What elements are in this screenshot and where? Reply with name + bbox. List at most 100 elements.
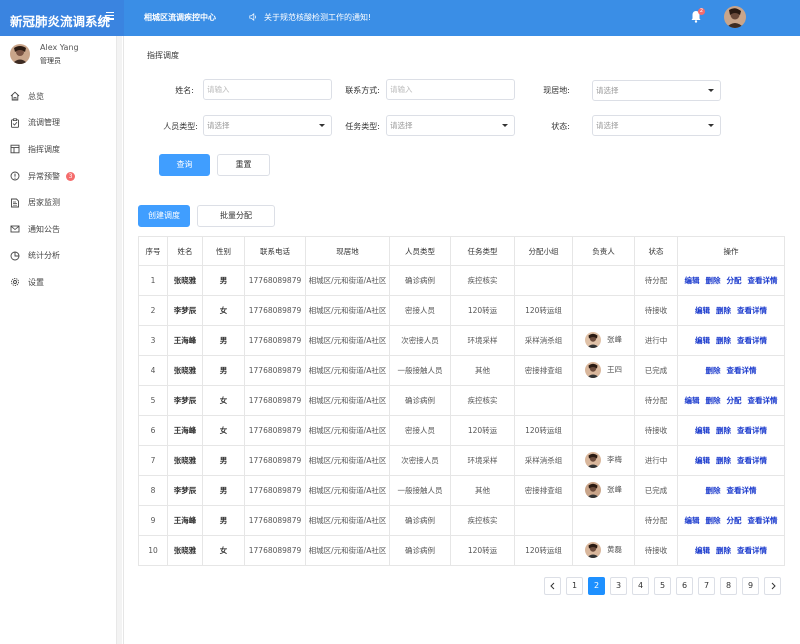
- contact-input[interactable]: [386, 79, 515, 100]
- page-number-button[interactable]: 6: [676, 577, 693, 595]
- cell-ptype: 一般接触人员: [389, 355, 451, 386]
- edit-link[interactable]: 编辑: [685, 396, 700, 405]
- edit-link[interactable]: 编辑: [695, 456, 710, 465]
- sidebar-item-home-monitoring[interactable]: 居家监测: [0, 189, 116, 216]
- view-details-link[interactable]: 查看详情: [737, 456, 767, 465]
- edit-link[interactable]: 编辑: [695, 336, 710, 345]
- cell-task: 疾控核实: [450, 265, 515, 296]
- create-dispatch-button[interactable]: 创建调度: [138, 205, 190, 227]
- column-header: 状态: [634, 236, 678, 266]
- page-number-button[interactable]: 1: [566, 577, 583, 595]
- cell-owner: [572, 415, 635, 446]
- view-details-link[interactable]: 查看详情: [737, 336, 767, 345]
- page-number-button[interactable]: 7: [698, 577, 715, 595]
- assign-link[interactable]: 分配: [727, 276, 742, 285]
- sidebar-scrollbar[interactable]: [116, 36, 122, 644]
- query-button[interactable]: 查询: [159, 154, 210, 176]
- cell-phone: 17768089879: [244, 475, 306, 506]
- page-number-button[interactable]: 5: [654, 577, 671, 595]
- page-number-button[interactable]: 3: [610, 577, 627, 595]
- sidebar-item-notices[interactable]: 通知公告: [0, 216, 116, 243]
- reset-button[interactable]: 重置: [217, 154, 270, 176]
- edit-link[interactable]: 编辑: [685, 276, 700, 285]
- sidebar-item-tracing[interactable]: 流调管理: [0, 110, 116, 137]
- cell-addr: 相城区/元和街道/A社区: [305, 295, 390, 326]
- view-details-link[interactable]: 查看详情: [748, 516, 778, 525]
- status-select[interactable]: 请选择: [592, 115, 721, 136]
- view-details-link[interactable]: 查看详情: [737, 546, 767, 555]
- assign-link[interactable]: 分配: [727, 396, 742, 405]
- person-type-select[interactable]: 请选择: [203, 115, 332, 136]
- delete-link[interactable]: 删除: [716, 456, 731, 465]
- sidebar-item-settings[interactable]: 设置: [0, 269, 116, 296]
- sidebar-item-overview[interactable]: 总览: [0, 83, 116, 110]
- assign-link[interactable]: 分配: [727, 516, 742, 525]
- table-row: 4 张晓雅男 17768089879 相城区/元和街道/A社区 一般接触人员 其他 密接排查…: [138, 355, 785, 386]
- delete-link[interactable]: 删除: [706, 276, 721, 285]
- cell-no: 7: [138, 445, 168, 476]
- sidebar-item-dispatch[interactable]: 指挥调度: [0, 136, 116, 163]
- edit-link[interactable]: 编辑: [695, 426, 710, 435]
- edit-link[interactable]: 编辑: [685, 516, 700, 525]
- prev-page-button[interactable]: [544, 577, 561, 595]
- user-name: Alex Yang: [40, 43, 79, 52]
- delete-link[interactable]: 删除: [716, 306, 731, 315]
- batch-assign-button[interactable]: 批量分配: [197, 205, 275, 227]
- view-details-link[interactable]: 查看详情: [748, 396, 778, 405]
- delete-link[interactable]: 删除: [706, 396, 721, 405]
- table-header-row: 序号 姓名 性别 联系电话 现居地 人员类型 任务类型 分配小组 负责人 状态 …: [138, 236, 785, 266]
- contact-label: 联系方式:: [345, 86, 380, 95]
- cell-name: 张晓雅: [167, 355, 203, 386]
- delete-link[interactable]: 删除: [716, 336, 731, 345]
- page-number-button[interactable]: 2: [588, 577, 605, 595]
- view-details-link[interactable]: 查看详情: [748, 276, 778, 285]
- sidebar-item-statistics[interactable]: 统计分析: [0, 243, 116, 270]
- notice-link[interactable]: 关于规范核酸检测工作的通知!: [264, 12, 371, 23]
- table-row: 6 王海峰女 17768089879 相城区/元和街道/A社区 密接人员 120转运 120…: [138, 415, 785, 446]
- next-page-button[interactable]: [764, 577, 781, 595]
- view-details-link[interactable]: 查看详情: [737, 306, 767, 315]
- delete-link[interactable]: 删除: [716, 546, 731, 555]
- cell-task: 疾控核实: [450, 385, 515, 416]
- cell-gender: 女: [202, 295, 245, 326]
- sidebar-item-label: 统计分析: [28, 251, 60, 261]
- page-number-button[interactable]: 9: [742, 577, 759, 595]
- cell-group: 120转运组: [514, 415, 573, 446]
- view-details-link[interactable]: 查看详情: [727, 486, 757, 495]
- view-details-link[interactable]: 查看详情: [737, 426, 767, 435]
- sidebar: Alex Yang 管理员 总览 流调管理 指挥调度 异常预警 3 居家监测 通…: [0, 36, 124, 644]
- sidebar-nav: 总览 流调管理 指挥调度 异常预警 3 居家监测 通知公告 统计分析 设置: [0, 83, 116, 296]
- edit-link[interactable]: 编辑: [695, 546, 710, 555]
- cell-gender: 男: [202, 325, 245, 356]
- view-details-link[interactable]: 查看详情: [727, 366, 757, 375]
- cell-owner: [572, 385, 635, 416]
- cell-group: [514, 265, 573, 296]
- delete-link[interactable]: 删除: [706, 486, 721, 495]
- delete-link[interactable]: 删除: [716, 426, 731, 435]
- chevron-down-icon: [319, 124, 325, 127]
- delete-link[interactable]: 删除: [706, 366, 721, 375]
- menu-toggle-icon[interactable]: [106, 12, 114, 20]
- header-avatar[interactable]: [724, 6, 746, 28]
- column-header: 分配小组: [514, 236, 573, 266]
- page-number-button[interactable]: 8: [720, 577, 737, 595]
- avatar: [585, 481, 601, 498]
- residence-select[interactable]: 请选择: [592, 80, 721, 101]
- table-row: 5 李梦辰女 17768089879 相城区/元和街道/A社区 确诊病例 疾控核实 待分配编…: [138, 385, 785, 416]
- cell-no: 3: [138, 325, 168, 356]
- task-type-select[interactable]: 请选择: [386, 115, 515, 136]
- name-input[interactable]: [203, 79, 332, 100]
- edit-link[interactable]: 编辑: [695, 306, 710, 315]
- delete-link[interactable]: 删除: [706, 516, 721, 525]
- cell-ptype: 次密接人员: [389, 325, 451, 356]
- cell-status: 待接收: [634, 295, 678, 326]
- sidebar-item-alert[interactable]: 异常预警 3: [0, 163, 116, 190]
- cell-owner: 李梅: [572, 445, 635, 476]
- cell-gender: 男: [202, 475, 245, 506]
- cell-no: 4: [138, 355, 168, 386]
- page-number-button[interactable]: 4: [632, 577, 649, 595]
- task-type-select-value: 请选择: [390, 121, 413, 130]
- sidebar-item-label: 总览: [28, 91, 44, 101]
- cell-owner: [572, 295, 635, 326]
- owner-name: 张峰: [607, 335, 622, 344]
